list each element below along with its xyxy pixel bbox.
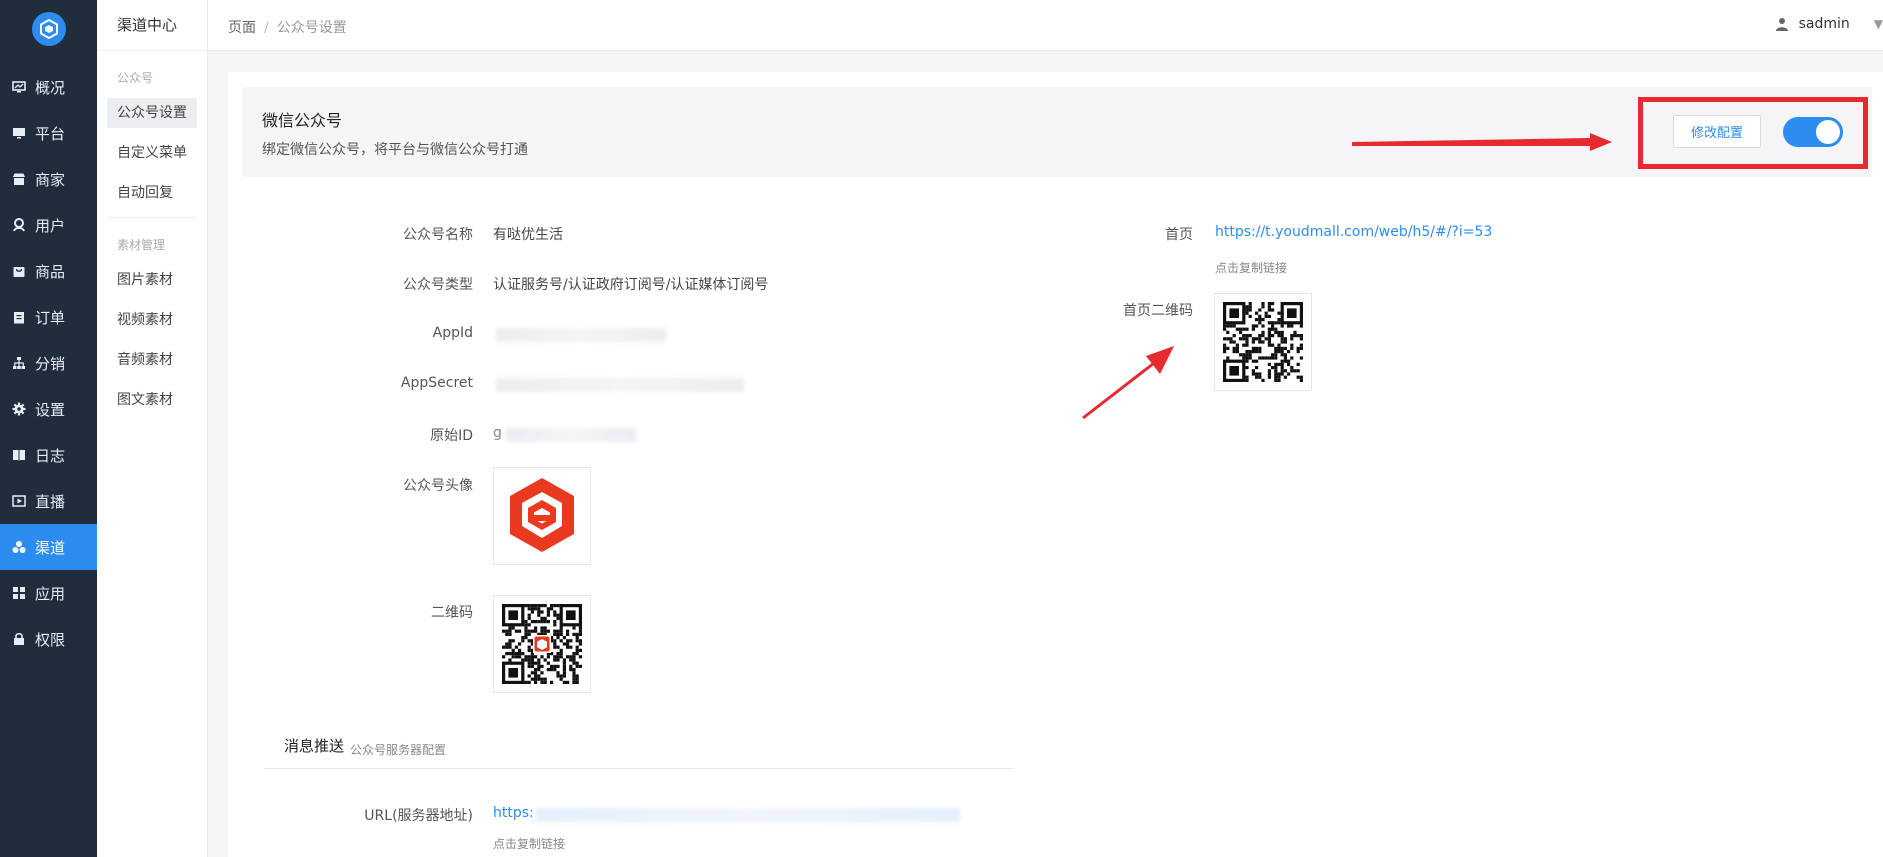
clipboard-icon <box>12 310 26 324</box>
submenu-item-video-materials[interactable]: 视频素材 <box>97 300 207 340</box>
server-url-value-redacted <box>536 808 960 822</box>
sidebar-item-6[interactable]: 分销 <box>0 340 97 386</box>
account-type-label: 公众号类型 <box>403 277 473 293</box>
submenu-item-article-materials[interactable]: 图文素材 <box>97 380 207 420</box>
submenu-item-image-materials[interactable]: 图片素材 <box>97 260 207 300</box>
submenu-title: 渠道中心 <box>97 0 207 51</box>
channel-submenu: 渠道中心 公众号 公众号设置 自定义菜单 自动回复 素材管理 图片素材 视频素材… <box>97 0 208 857</box>
original-id-value-redacted <box>506 428 636 442</box>
lock-icon <box>12 632 26 646</box>
sidebar-item-label: 直播 <box>35 492 66 511</box>
sidebar-item-11[interactable]: 应用 <box>0 570 97 616</box>
user-menu[interactable]: sadmin ▼ <box>1775 16 1883 32</box>
grid-icon <box>12 586 26 600</box>
logo-icon <box>39 19 58 39</box>
chevron-down-icon: ▼ <box>1873 17 1883 31</box>
breadcrumb-separator: / <box>264 20 269 36</box>
sidebar-item-label: 商家 <box>35 170 66 189</box>
sidebar-item-label: 商品 <box>35 262 66 281</box>
bag-icon <box>12 264 26 278</box>
book-icon <box>12 448 26 462</box>
sidebar-item-label: 设置 <box>35 400 66 419</box>
cluster-icon <box>12 540 26 554</box>
account-type-value: 认证服务号/认证政府订阅号/认证媒体订阅号 <box>493 277 769 293</box>
sidebar-item-label: 权限 <box>35 630 66 649</box>
sidebar-item-3[interactable]: 用户 <box>0 202 97 248</box>
sidebar-item-9[interactable]: 直播 <box>0 478 97 524</box>
sidebar-item-12[interactable]: 权限 <box>0 616 97 662</box>
original-id-label: 原始ID <box>430 428 473 444</box>
homepage-url[interactable]: https://t.youdmall.com/web/h5/#/?i=53 <box>1215 224 1492 240</box>
qrcode-image <box>502 604 582 684</box>
avatar-hexagon-logo <box>510 478 574 552</box>
appid-label: AppId <box>432 325 473 341</box>
submenu-item-audio-materials[interactable]: 音频素材 <box>97 340 207 380</box>
sidebar-item-2[interactable]: 商家 <box>0 156 97 202</box>
sidebar-item-label: 日志 <box>35 446 66 465</box>
user-icon <box>1775 18 1788 31</box>
push-section-divider <box>264 768 1014 769</box>
appid-value-redacted <box>496 328 666 342</box>
sidebar-item-5[interactable]: 订单 <box>0 294 97 340</box>
account-qrcode <box>493 595 591 693</box>
homepage-qrcode <box>1214 293 1312 391</box>
username: sadmin <box>1798 16 1850 32</box>
breadcrumb-current: 公众号设置 <box>276 20 347 36</box>
submenu-item-custom-menu[interactable]: 自定义菜单 <box>97 133 207 173</box>
user-icon <box>12 218 26 232</box>
sidebar-item-0[interactable]: 概况 <box>0 64 97 110</box>
sitemap-icon <box>12 356 26 370</box>
push-section-title: 消息推送 <box>284 737 345 755</box>
submenu-item-account-settings[interactable]: 公众号设置 <box>107 98 197 128</box>
card-description: 绑定微信公众号，将平台与微信公众号打通 <box>262 142 528 158</box>
main-content: 微信公众号 绑定微信公众号，将平台与微信公众号打通 修改配置 公众号名称 有哒优… <box>228 72 1883 857</box>
original-id-value-prefix: g <box>493 425 502 441</box>
submenu-group-official-account: 公众号 <box>117 71 154 85</box>
card-title: 微信公众号 <box>262 111 343 130</box>
sidebar-item-label: 应用 <box>35 584 66 603</box>
sidebar-item-8[interactable]: 日志 <box>0 432 97 478</box>
breadcrumb-root[interactable]: 页面 <box>228 20 256 36</box>
appsecret-label: AppSecret <box>400 375 473 391</box>
submenu-item-auto-reply[interactable]: 自动回复 <box>97 173 207 213</box>
video-icon <box>12 494 26 508</box>
monitor-icon <box>12 80 26 94</box>
desktop-icon <box>12 126 26 140</box>
homepage-label: 首页 <box>1165 227 1193 243</box>
server-url-label: URL(服务器地址) <box>364 808 473 824</box>
sidebar-item-label: 订单 <box>35 308 66 327</box>
submenu-group-materials: 素材管理 <box>117 238 166 252</box>
sidebar-item-7[interactable]: 设置 <box>0 386 97 432</box>
homepage-qrcode-image <box>1223 302 1303 382</box>
sidebar-item-4[interactable]: 商品 <box>0 248 97 294</box>
sidebar-item-label: 用户 <box>35 216 66 235</box>
server-url-value-prefix[interactable]: https: <box>493 805 534 821</box>
avatar-label: 公众号头像 <box>403 478 473 494</box>
sidebar-item-label: 平台 <box>35 124 66 143</box>
sidebar-item-1[interactable]: 平台 <box>0 110 97 156</box>
push-section-subtitle: 公众号服务器配置 <box>350 743 447 757</box>
homepage-copy-hint[interactable]: 点击复制链接 <box>1215 259 1287 276</box>
qrcode-label: 二维码 <box>431 605 473 621</box>
sidebar-item-label: 分销 <box>35 354 66 373</box>
store-icon <box>12 172 26 186</box>
toggle-knob <box>1816 120 1840 144</box>
sidebar-item-label: 渠道 <box>35 538 66 557</box>
wechat-card-header: 微信公众号 绑定微信公众号，将平台与微信公众号打通 <box>242 87 1872 177</box>
server-url-copy-hint[interactable]: 点击复制链接 <box>493 835 565 852</box>
breadcrumb: 页面 / 公众号设置 <box>228 17 347 37</box>
appsecret-value-redacted <box>496 378 744 392</box>
homepage-qrcode-label: 首页二维码 <box>1123 303 1193 319</box>
top-header: 页面 / 公众号设置 sadmin ▼ <box>208 0 1883 51</box>
sidebar-item-10[interactable]: 渠道 <box>0 524 97 570</box>
account-name-value: 有哒优生活 <box>493 227 563 243</box>
app-logo[interactable] <box>31 12 66 46</box>
edit-config-button[interactable]: 修改配置 <box>1673 115 1761 148</box>
account-avatar <box>493 467 591 565</box>
account-name-label: 公众号名称 <box>403 227 473 243</box>
sidebar-item-label: 概况 <box>35 78 66 97</box>
main-sidebar: 概况平台商家用户商品订单分销设置日志直播渠道应用权限 <box>0 0 97 857</box>
gear-icon <box>12 402 26 416</box>
enable-toggle[interactable] <box>1783 117 1843 147</box>
